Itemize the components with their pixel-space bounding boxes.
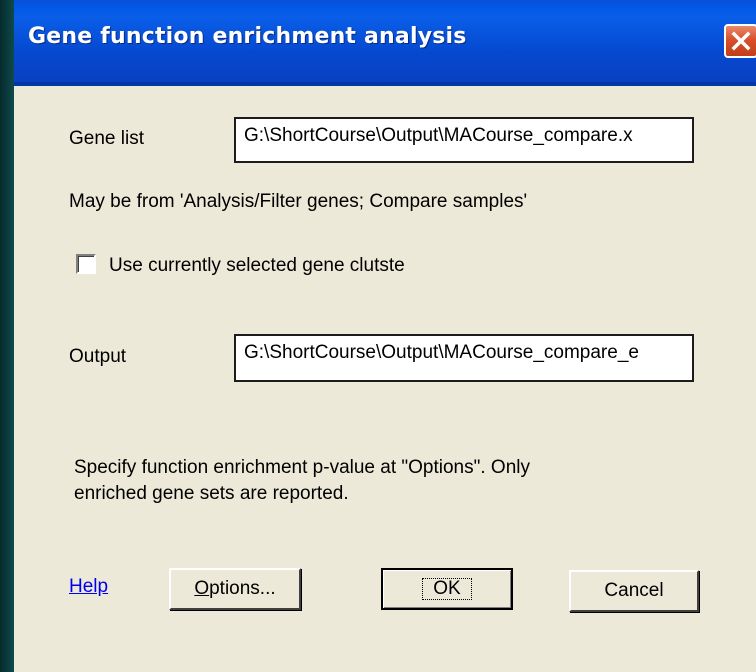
checkbox-label[interactable]: Use currently selected gene clutste: [109, 255, 405, 277]
ok-button-label: OK: [422, 578, 472, 600]
use-selected-cluster-checkbox[interactable]: [76, 254, 96, 274]
gene-list-field[interactable]: G:\ShortCourse\Output\MACourse_compare.x: [234, 117, 694, 163]
dialog-window: Gene function enrichment analysis Gene l…: [14, 0, 756, 672]
options-label-rest: ptions...: [209, 578, 276, 599]
title-bar[interactable]: Gene function enrichment analysis: [14, 0, 756, 86]
cancel-button-label: Cancel: [604, 580, 664, 601]
close-icon: [731, 31, 751, 51]
options-button-label: Options...: [194, 578, 275, 600]
output-label: Output: [69, 346, 127, 367]
ok-button[interactable]: OK: [381, 568, 513, 610]
output-field[interactable]: G:\ShortCourse\Output\MACourse_compare_e: [234, 334, 694, 382]
note-line-1: Specify function enrichment p-value at "…: [74, 457, 530, 478]
window-title: Gene function enrichment analysis: [28, 24, 467, 49]
gene-list-label: Gene list: [69, 128, 144, 149]
close-button[interactable]: [724, 24, 756, 58]
help-link[interactable]: Help: [69, 576, 108, 598]
options-button[interactable]: Options...: [169, 568, 301, 610]
note-line-2: enriched gene sets are reported.: [74, 483, 349, 504]
options-mnemonic: O: [194, 578, 210, 599]
desktop-background: [0, 0, 14, 672]
hint-text: May be from 'Analysis/Filter genes; Comp…: [69, 191, 528, 212]
cancel-button[interactable]: Cancel: [569, 570, 699, 612]
